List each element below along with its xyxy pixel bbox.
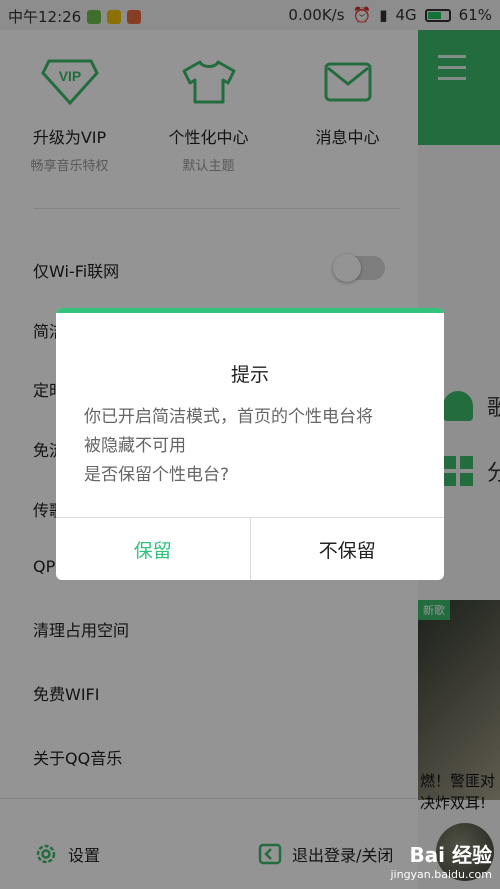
no-keep-button[interactable]: 不保留: [251, 518, 445, 580]
watermark-brand: Bai 经验: [409, 843, 492, 867]
dialog-message-line1: 你已开启简洁模式，首页的个性电台将: [84, 407, 373, 427]
watermark-url: jingyan.baidu.com: [390, 868, 492, 881]
dialog-title: 提示: [230, 364, 269, 386]
dialog-message: 你已开启简洁模式，首页的个性电台将 被隐藏不可用 是否保留个性电台?: [56, 403, 444, 490]
dialog-accent-bar: [56, 308, 444, 313]
dialog-buttons: 保留 不保留: [56, 517, 444, 580]
dialog-message-line2: 被隐藏不可用: [84, 436, 186, 456]
dialog-message-line3: 是否保留个性电台?: [84, 465, 230, 485]
prompt-dialog: 提示 你已开启简洁模式，首页的个性电台将 被隐藏不可用 是否保留个性电台? 保留…: [56, 308, 444, 580]
watermark: Bai 经验 jingyan.baidu.com: [390, 839, 492, 881]
keep-button[interactable]: 保留: [56, 518, 251, 580]
